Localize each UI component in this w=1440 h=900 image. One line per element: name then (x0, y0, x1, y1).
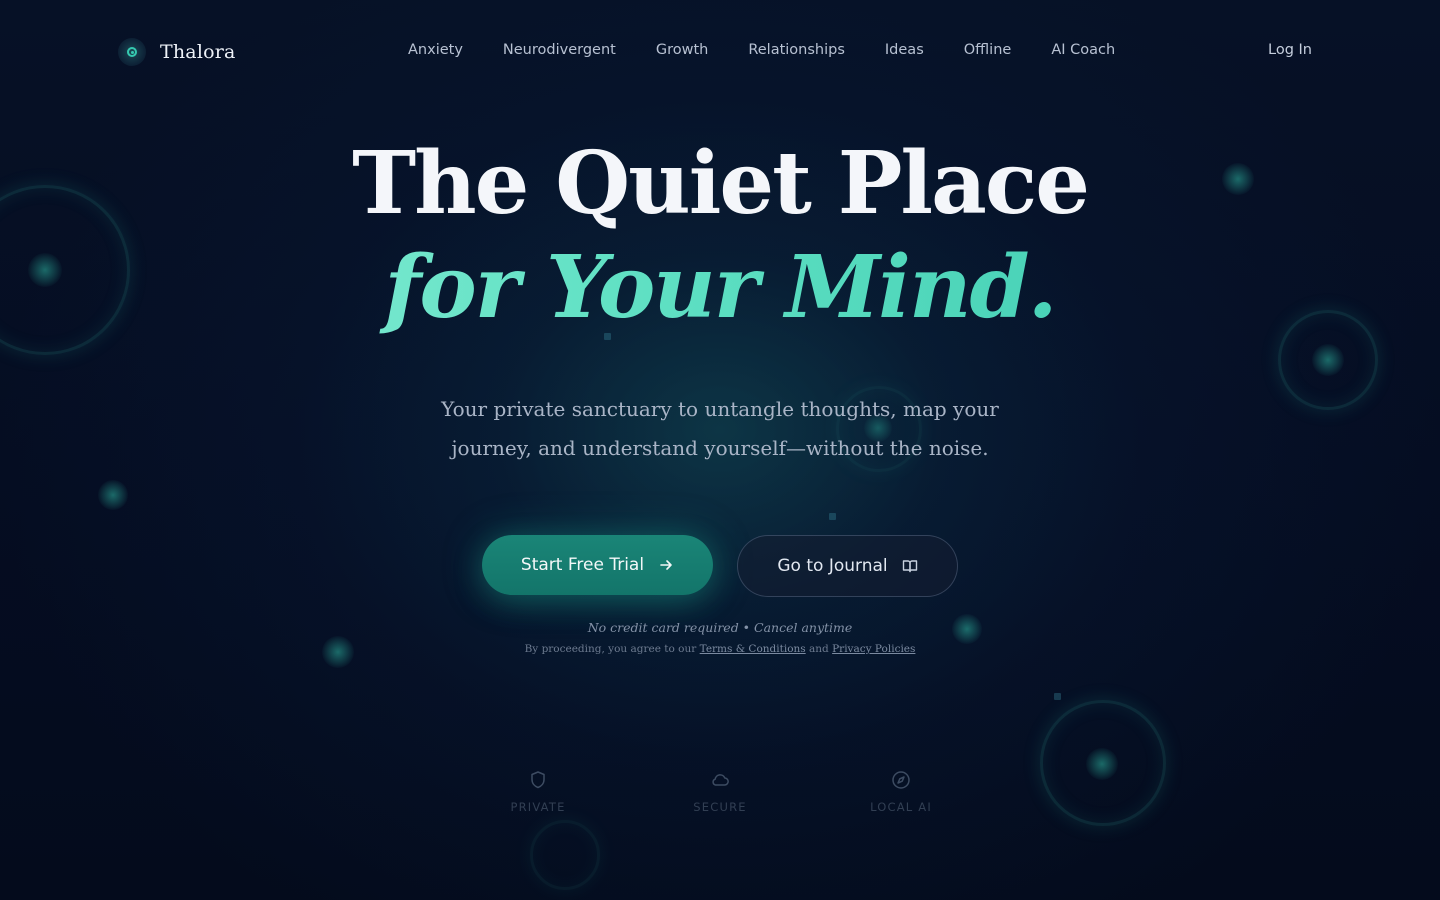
feature-local-ai-label: LOCAL AI (870, 800, 932, 814)
nav-item-neurodivergent[interactable]: Neurodivergent (503, 42, 616, 58)
hero-subtitle: Your private sanctuary to untangle thoug… (0, 390, 1440, 468)
nav-item-ideas[interactable]: Ideas (885, 42, 924, 58)
decorative-ring (530, 820, 600, 890)
cloud-icon (710, 770, 730, 790)
hero-subtitle-line1: Your private sanctuary to untangle thoug… (441, 397, 999, 421)
login-link[interactable]: Log In (1268, 42, 1312, 58)
compass-icon (891, 770, 911, 790)
trial-note: No credit card required • Cancel anytime (587, 620, 853, 635)
brand-logo-link[interactable]: Thalora (118, 38, 236, 66)
decorative-particle (829, 513, 836, 520)
arrow-right-icon (658, 557, 674, 573)
legal-prefix: By proceeding, you agree to our (524, 643, 697, 655)
brand-name: Thalora (160, 41, 236, 63)
go-to-journal-label: Go to Journal (777, 556, 888, 576)
nav-item-ai-coach[interactable]: AI Coach (1051, 42, 1115, 58)
nav-item-growth[interactable]: Growth (656, 42, 709, 58)
feature-private-label: PRIVATE (510, 800, 566, 814)
go-to-journal-button[interactable]: Go to Journal (737, 535, 958, 597)
cta-row: Start Free Trial Go to Journal (482, 535, 958, 597)
hero-title-line2: for Your Mind. (0, 236, 1440, 340)
terms-link[interactable]: Terms & Conditions (700, 643, 806, 655)
decorative-orb (1086, 748, 1118, 780)
hero-title-line1: The Quiet Place (352, 133, 1090, 234)
site-header: Thalora Anxiety Neurodivergent Growth Re… (0, 0, 1440, 104)
start-free-trial-label: Start Free Trial (520, 555, 645, 575)
feature-secure: SECURE (670, 770, 770, 815)
nav-item-anxiety[interactable]: Anxiety (408, 42, 463, 58)
feature-private: PRIVATE (488, 770, 588, 815)
legal-and: and (809, 643, 829, 655)
decorative-particle (1054, 693, 1061, 700)
hero-subtitle-line2: journey, and understand yourself—without… (451, 436, 989, 460)
book-open-icon (902, 558, 918, 574)
shield-icon (528, 770, 548, 790)
main-nav: Anxiety Neurodivergent Growth Relationsh… (408, 42, 1115, 58)
feature-local-ai: LOCAL AI (851, 770, 951, 815)
hero-title: The Quiet Place for Your Mind. (0, 132, 1440, 340)
feature-secure-label: SECURE (693, 800, 747, 814)
orbit-dot-icon (118, 38, 146, 66)
legal-note: By proceeding, you agree to our Terms & … (0, 643, 1440, 655)
nav-item-offline[interactable]: Offline (964, 42, 1012, 58)
privacy-link[interactable]: Privacy Policies (832, 643, 915, 655)
decorative-orb (1312, 344, 1344, 376)
start-free-trial-button[interactable]: Start Free Trial (482, 535, 713, 595)
nav-item-relationships[interactable]: Relationships (748, 42, 845, 58)
decorative-orb (98, 480, 128, 510)
decorative-ring (1040, 700, 1166, 826)
